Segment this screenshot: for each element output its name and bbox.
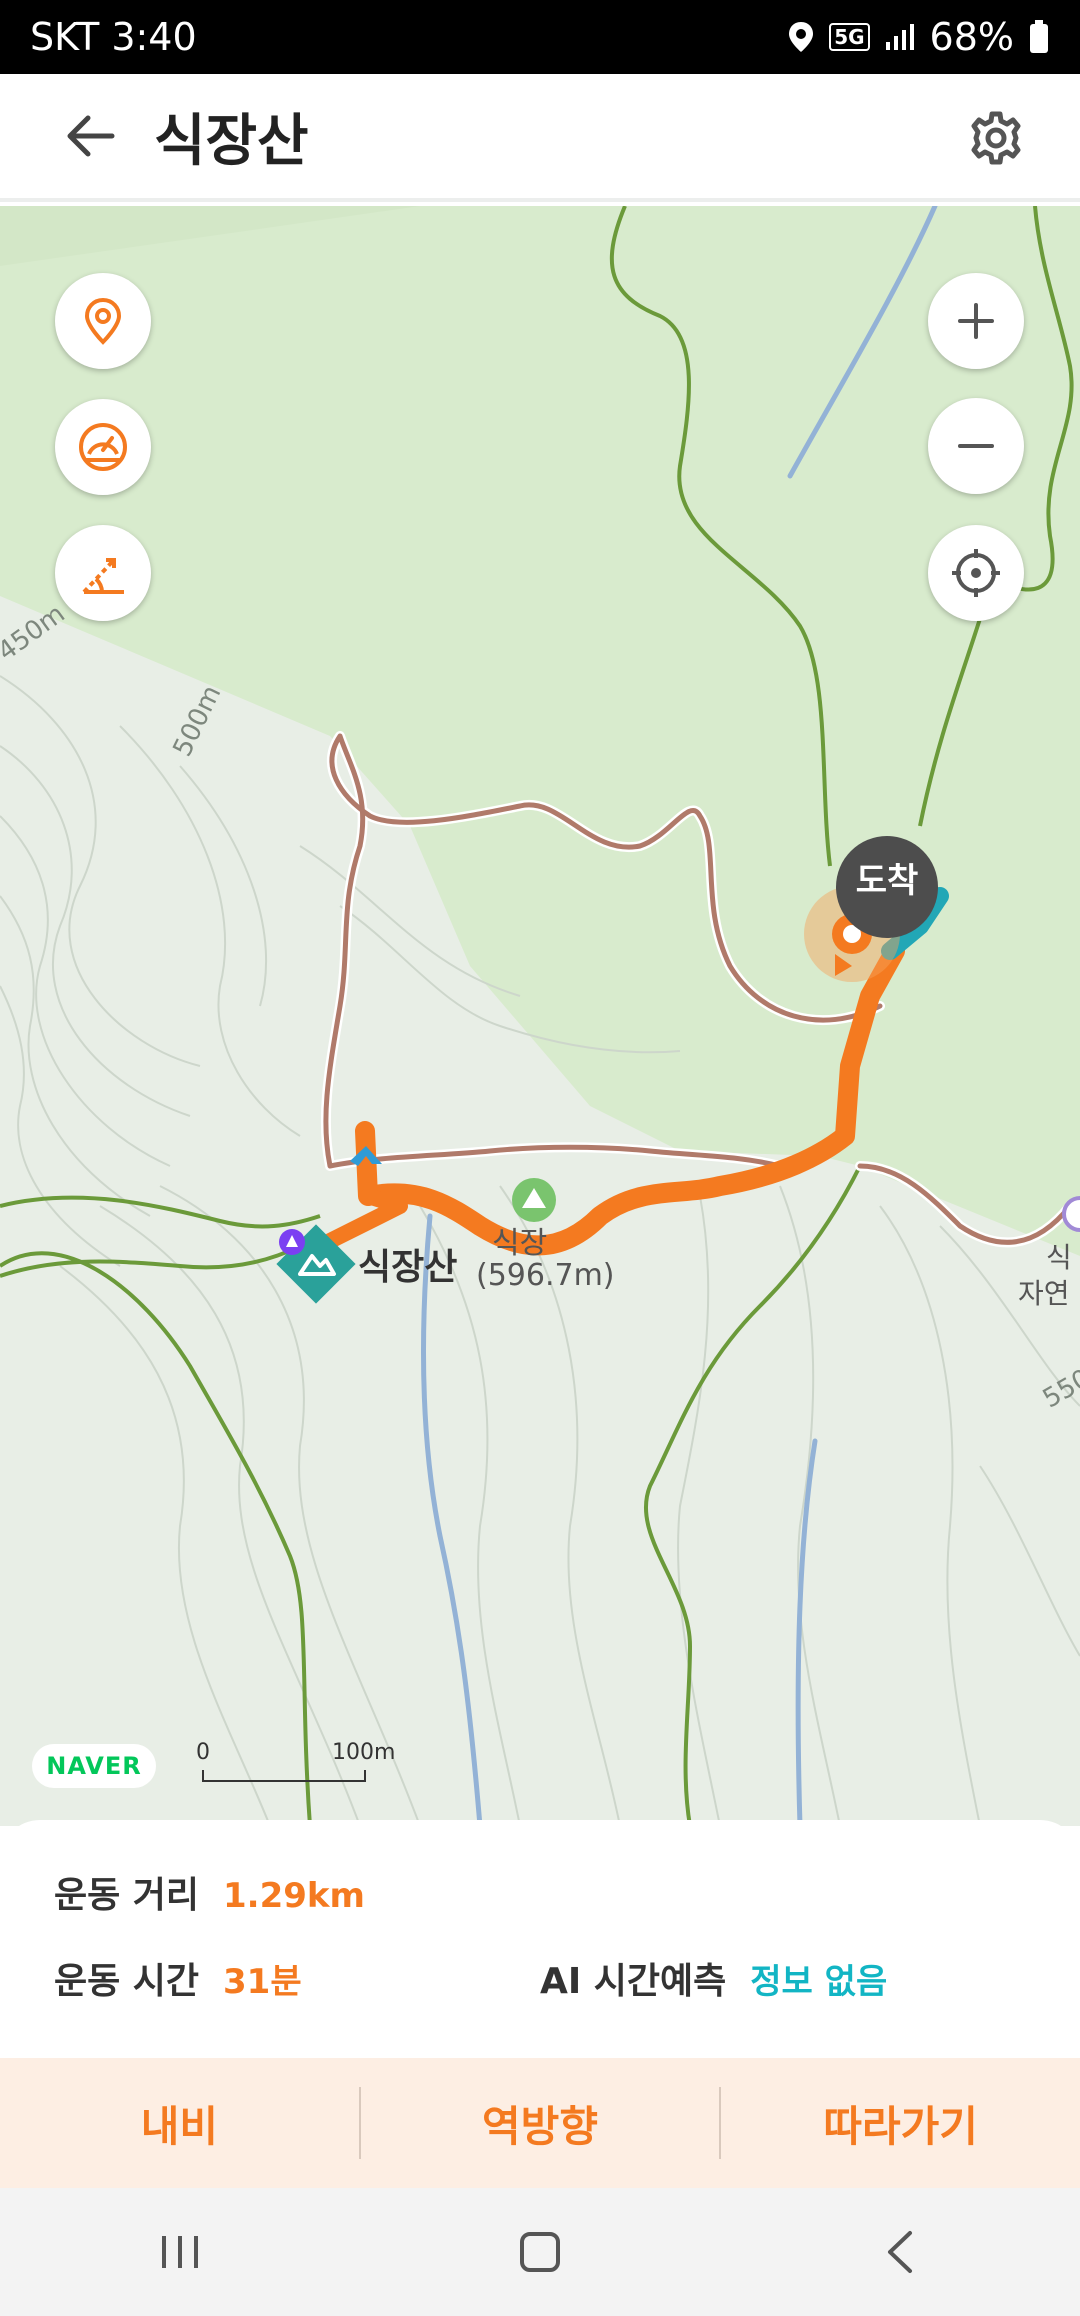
battery-icon [1028, 19, 1050, 55]
ai-estimate-label: AI 시간예측 [540, 1961, 727, 2002]
time-value: 31분 [223, 1962, 302, 2002]
speedometer-icon [79, 423, 127, 471]
time-row: 운동 시간 31분 [54, 1952, 302, 2004]
system-nav-bar [0, 2188, 1080, 2316]
crosshair-icon [952, 549, 1000, 597]
zoom-in-icon [958, 303, 994, 339]
slope-icon [82, 558, 124, 594]
distance-row: 운동 거리 1.29km [54, 1866, 365, 1918]
app-header: 식장산 [0, 74, 1080, 202]
system-back-button[interactable] [840, 2202, 960, 2302]
scale-end-label: 100m [332, 1740, 396, 1765]
page-title: 식장산 [154, 108, 309, 174]
speed-button[interactable] [55, 399, 151, 495]
distance-label: 운동 거리 [54, 1875, 200, 1916]
time-label: 운동 시간 [54, 1961, 200, 2002]
battery-text: 68% [929, 15, 1014, 59]
home-button[interactable] [480, 2202, 600, 2302]
home-icon [520, 2232, 560, 2272]
scale-bar-line [202, 1770, 366, 1782]
naver-logo: NAVER [32, 1744, 156, 1788]
reverse-button[interactable]: 역방향 [361, 2058, 720, 2188]
location-icon [787, 20, 815, 54]
peak-elevation-label: (596.7m) [476, 1258, 615, 1293]
navi-button[interactable]: 내비 [0, 2058, 359, 2188]
recent-apps-button[interactable] [120, 2202, 240, 2302]
edge-poi-label: 식 [1046, 1241, 1072, 1274]
ai-estimate-value: 정보 없음 [750, 1962, 888, 2002]
settings-button[interactable] [946, 88, 1046, 188]
map-view[interactable]: 450m 500m 550 식장산 식장 (596.7m) 식 자연 도착 NA… [0, 206, 1080, 1826]
zoom-out-button[interactable] [928, 398, 1024, 494]
recenter-button[interactable] [928, 525, 1024, 621]
back-button[interactable] [40, 86, 140, 186]
peak-name-label: 식장산 [358, 1247, 458, 1288]
peak-poi-label: 식장 [492, 1226, 548, 1261]
recent-apps-icon [162, 2236, 198, 2268]
map-canvas [0, 206, 1080, 1826]
action-bar: 내비 역방향 따라가기 [0, 2058, 1080, 2188]
location-mode-button[interactable] [55, 273, 151, 369]
signal-icon [884, 22, 916, 52]
zoom-in-button[interactable] [928, 273, 1024, 369]
slope-button[interactable] [55, 525, 151, 621]
arrow-left-icon [67, 115, 115, 157]
exercise-info-panel: 운동 거리 1.29km 운동 시간 31분 AI 시간예측 정보 없음 [0, 1820, 1080, 2060]
gear-icon [971, 111, 1021, 165]
zoom-out-icon [958, 444, 994, 448]
back-icon [888, 2231, 912, 2273]
carrier-text: SKT [30, 15, 100, 59]
scale-start-label: 0 [196, 1740, 210, 1765]
status-bar: SKT 3:40 5G 68% [0, 0, 1080, 74]
arrive-badge: 도착 [836, 836, 938, 938]
clock-text: 3:40 [111, 15, 197, 59]
location-pin-icon [84, 297, 122, 345]
follow-button[interactable]: 따라가기 [721, 2058, 1080, 2188]
map-scale-bar: 0 100m [196, 1740, 395, 1790]
edge-poi-label: 자연 [1018, 1277, 1070, 1310]
ai-estimate-row: AI 시간예측 정보 없음 [540, 1952, 887, 2004]
network-5g-icon: 5G [829, 23, 870, 51]
distance-value: 1.29km [223, 1876, 365, 1916]
